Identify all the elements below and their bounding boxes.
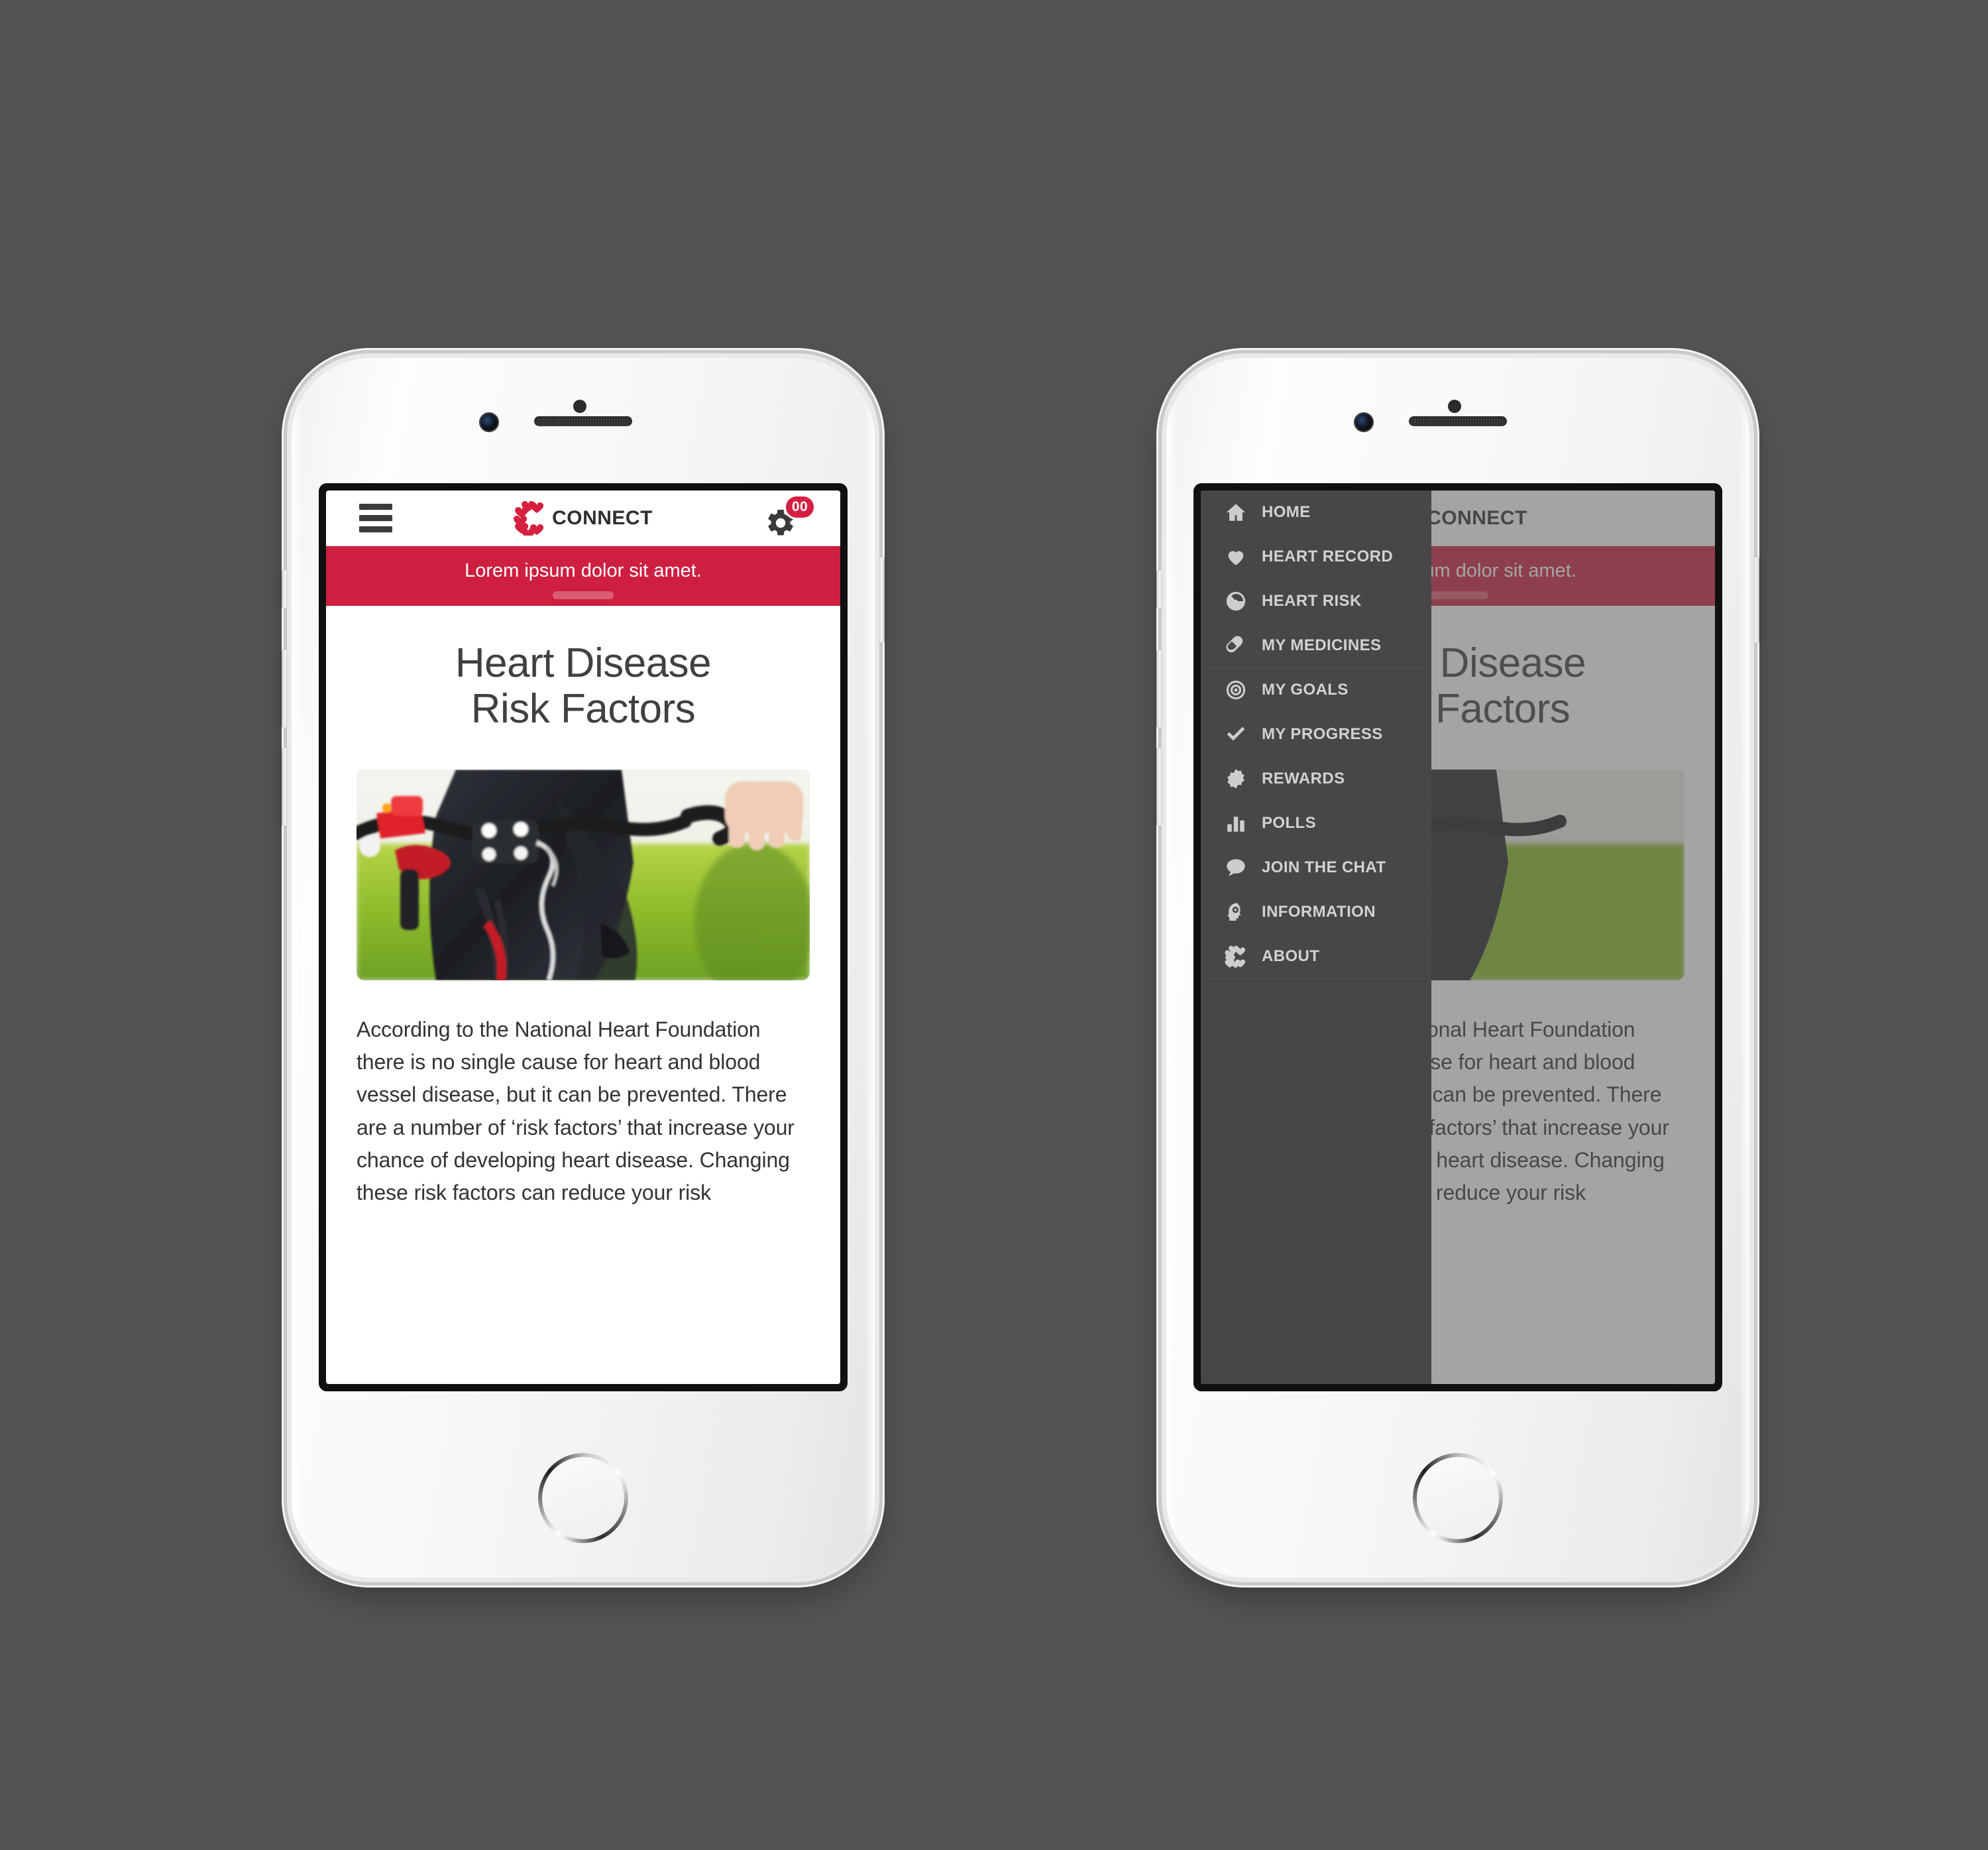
pill-icon [1226, 636, 1243, 653]
promo-banner[interactable]: Lorem ipsum dolor sit amet. [326, 546, 840, 606]
banner-drag-handle[interactable] [1427, 591, 1488, 599]
mute-switch[interactable] [1156, 570, 1162, 608]
bar-chart-icon [1227, 817, 1244, 832]
settings-gear-button[interactable]: 00 [765, 496, 814, 539]
hero-image [357, 769, 810, 980]
gauge-icon [1226, 591, 1246, 611]
volume-down-button[interactable] [1156, 748, 1162, 826]
check-icon [1227, 726, 1245, 741]
sidebar-item-my-medicines[interactable]: MY MEDICINES [1201, 624, 1431, 668]
brand-name: CONNECT [552, 506, 653, 529]
mute-switch[interactable] [282, 570, 288, 608]
sidebar-item-label: INFORMATION [1262, 903, 1376, 921]
cyclist-photo [357, 769, 810, 980]
phone-screen-right: CONNECT Lorem ipsum dolor sit amet. Hear… [1201, 491, 1715, 1384]
speech-bubble-icon [1227, 859, 1245, 876]
home-button[interactable] [1413, 1453, 1503, 1543]
settings-badge-count: 00 [786, 496, 814, 518]
badge-icon [1227, 769, 1244, 789]
page-title: Heart Disease Risk Factors [357, 640, 810, 732]
page-title-line-2: Risk Factors [470, 686, 696, 732]
sidebar-item-information[interactable]: INFORMATION [1201, 890, 1431, 935]
sidebar-item-label: HEART RECORD [1262, 548, 1394, 565]
navigation-drawer: HOME HEART RECORD HEART RISK MY MEDICINE… [1201, 491, 1431, 1384]
phone-mockup-left: CONNECT 00 Lorem ipsum dolor sit amet. H… [282, 358, 885, 1578]
sidebar-item-my-goals[interactable]: MY GOALS [1201, 668, 1431, 713]
home-button[interactable] [538, 1453, 628, 1543]
sidebar-item-my-progress[interactable]: MY PROGRESS [1201, 713, 1431, 757]
sidebar-item-label: MY MEDICINES [1262, 636, 1382, 654]
proximity-sensor-icon [1448, 400, 1461, 413]
proximity-sensor-icon [573, 400, 586, 413]
volume-up-button[interactable] [282, 650, 288, 728]
phone-screen-left: CONNECT 00 Lorem ipsum dolor sit amet. H… [326, 491, 840, 1384]
sidebar-item-heart-record[interactable]: HEART RECORD [1201, 535, 1431, 579]
page-title-line-1: Heart Disease [455, 640, 712, 686]
sidebar-item-label: MY GOALS [1262, 681, 1349, 699]
sidebar-item-label: MY PROGRESS [1262, 725, 1383, 743]
sidebar-item-polls[interactable]: POLLS [1201, 801, 1431, 846]
sidebar-item-join-the-chat[interactable]: JOIN THE CHAT [1201, 846, 1431, 890]
power-button[interactable] [879, 557, 885, 643]
banner-drag-handle[interactable] [553, 591, 614, 599]
sidebar-item-about[interactable]: ABOUT [1201, 935, 1431, 979]
banner-text: Lorem ipsum dolor sit amet. [465, 560, 702, 581]
connect-heart-c-icon [514, 500, 544, 536]
target-icon [1226, 680, 1246, 700]
brand-logo: CONNECT [514, 500, 653, 536]
sidebar-item-label: REWARDS [1262, 770, 1345, 787]
sidebar-item-label: JOIN THE CHAT [1262, 858, 1386, 876]
article-body-text: According to the National Heart Foundati… [357, 1017, 795, 1205]
phone-mockup-right: CONNECT Lorem ipsum dolor sit amet. Hear… [1156, 358, 1759, 1578]
sidebar-item-label: ABOUT [1262, 947, 1320, 965]
volume-down-button[interactable] [282, 748, 288, 826]
sidebar-item-rewards[interactable]: REWARDS [1201, 757, 1431, 801]
home-icon [1226, 504, 1246, 521]
earpiece-speaker [534, 416, 632, 426]
front-camera-icon [480, 414, 498, 431]
article-content: Heart Disease Risk Factors [326, 606, 840, 1209]
earpiece-speaker [1409, 416, 1507, 426]
hamburger-menu-icon[interactable] [359, 504, 392, 532]
sidebar-item-heart-risk[interactable]: HEART RISK [1201, 579, 1431, 624]
sidebar-item-label: HOME [1262, 503, 1311, 521]
sidebar-item-home[interactable]: HOME [1201, 491, 1431, 535]
sidebar-item-label: HEART RISK [1262, 592, 1362, 610]
sidebar-item-label: POLLS [1262, 814, 1317, 832]
volume-up-button[interactable] [1156, 650, 1162, 728]
heart-icon [1228, 551, 1244, 565]
connect-c-icon [1225, 945, 1246, 968]
power-button[interactable] [1753, 557, 1759, 643]
front-camera-icon [1355, 414, 1372, 431]
app-header: CONNECT 00 [326, 491, 840, 546]
brand-name: CONNECT [1427, 506, 1527, 529]
head-gear-icon [1227, 903, 1241, 921]
